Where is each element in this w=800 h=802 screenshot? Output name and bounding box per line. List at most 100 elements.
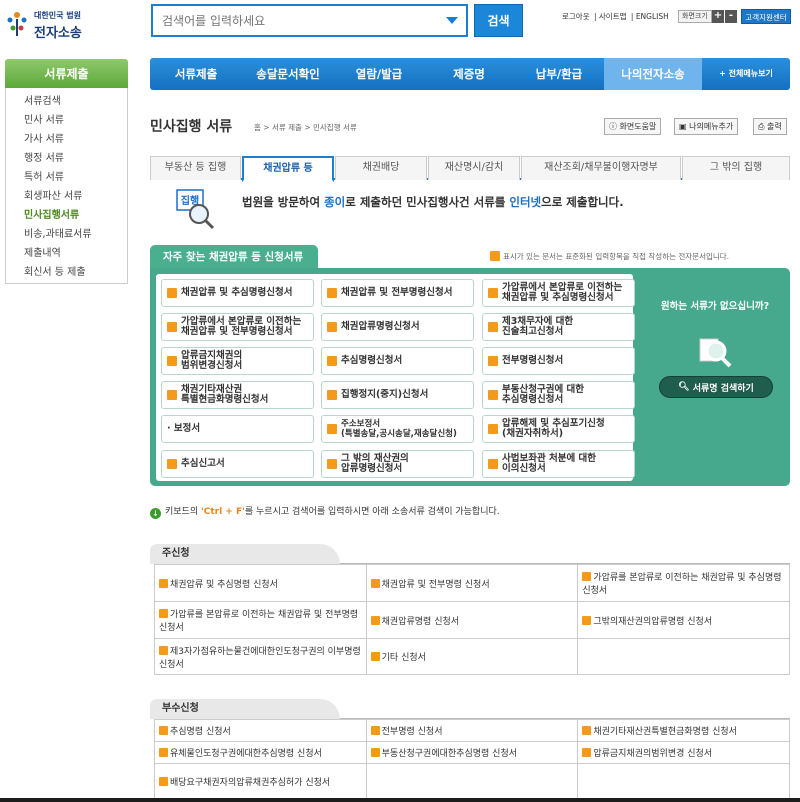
form-link-label: 집행정지(중지)신청서 xyxy=(341,389,429,400)
form-link[interactable]: 전부명령신청서 xyxy=(482,347,635,375)
nav-my-ecourt[interactable]: 나의전자소송 xyxy=(604,58,702,90)
e-form-icon xyxy=(167,288,177,298)
table-cell[interactable]: 압류금지채권의범위변경 신청서 xyxy=(577,741,790,764)
table-cell[interactable]: 채권압류 및 전부명령 신청서 xyxy=(365,564,579,602)
sidebar-item-document-search[interactable]: 서류검색 xyxy=(24,92,127,111)
form-link[interactable]: 주소보정서 (특별송달,공시송달,재송달신청) xyxy=(321,415,474,443)
table-cell[interactable]: 채권압류 및 추심명령 신청서 xyxy=(154,564,367,602)
search-input[interactable] xyxy=(153,6,433,35)
tab-real-estate[interactable]: 부동산 등 집행 xyxy=(150,156,241,180)
sidebar-item-civil-execution[interactable]: 민사집행서류 xyxy=(24,206,127,225)
form-link[interactable]: 추심신고서 xyxy=(161,450,314,478)
utility-links: 로그아웃 | 사이트맵 | ENGLISH xyxy=(562,12,669,21)
find-form-button[interactable]: 🔍︎ 서류명 검색하기 xyxy=(659,376,773,398)
nav-payment-refund[interactable]: 납부/환급 xyxy=(514,58,604,90)
form-link[interactable]: · 보정서 xyxy=(161,415,314,443)
form-link[interactable]: 채권압류명령신청서 xyxy=(321,313,474,341)
page-title: 민사집행 서류 xyxy=(150,119,233,135)
tab-asset-disclosure[interactable]: 재산명시/감치 xyxy=(428,156,520,180)
table-cell[interactable]: 유체물인도청구권에대한추심명령 신청서 xyxy=(154,741,367,764)
form-link[interactable]: 집행정지(중지)신청서 xyxy=(321,381,474,409)
nav-all-menu[interactable]: + 전체메뉴보기 xyxy=(702,58,790,90)
table-row: 배당요구채권자의압류채권추심허가 신청서 xyxy=(154,763,790,800)
print-button[interactable]: ⎙ 출력 xyxy=(753,118,787,135)
form-link-label: · 보정서 xyxy=(167,423,201,434)
english-link[interactable]: ENGLISH xyxy=(636,12,669,21)
table-cell[interactable]: 부동산청구권에대한추심명령 신청서 xyxy=(365,741,579,764)
sidebar-item-reply-submission[interactable]: 회신서 등 제출 xyxy=(24,263,127,282)
form-link-label: 가압류에서 본압류로 이전하는 채권압류 및 추심명령신청서 xyxy=(502,282,623,303)
form-link[interactable]: 사법보좌관 처분에 대한 이의신청서 xyxy=(482,450,635,478)
table-cell[interactable]: 가압류를 본압류로 이전하는 채권압류 및 추심명령 신청서 xyxy=(577,564,790,602)
form-link[interactable]: 채권기타재산권 특별현금화명령신청서 xyxy=(161,381,314,409)
table-cell[interactable]: 배당요구채권자의압류채권추심허가 신청서 xyxy=(154,763,367,800)
search-icon: 🔍︎ xyxy=(678,382,693,392)
form-link[interactable]: 가압류에서 본압류로 이전하는 채권압류 및 전부명령신청서 xyxy=(161,313,314,341)
screen-help-button[interactable]: ⓘ 화면도움말 xyxy=(604,118,662,135)
sidebar-item-administrative[interactable]: 행정 서류 xyxy=(24,149,127,168)
sidebar-item-civil[interactable]: 민사 서류 xyxy=(24,111,127,130)
court-logo[interactable]: 대한민국 법원 전자소송 xyxy=(4,6,124,42)
table-row: 유체물인도청구권에대한추심명령 신청서 부동산청구권에대한추심명령 신청서 압류금지… xyxy=(154,741,790,764)
sidebar-item-family[interactable]: 가사 서류 xyxy=(24,130,127,149)
chevron-down-icon[interactable] xyxy=(446,17,458,24)
table-cell[interactable]: 추심명령 신청서 xyxy=(154,719,367,742)
category-tabs: 부동산 등 집행 채권압류 등 채권배당 재산명시/감치 재산조회/채무불이행자… xyxy=(150,156,790,182)
form-link[interactable]: 그 밖의 재산권의 압류명령신청서 xyxy=(321,450,474,478)
nav-certificates[interactable]: 제증명 xyxy=(424,58,514,90)
sidebar-item-bankruptcy[interactable]: 회생파산 서류 xyxy=(24,187,127,206)
form-link[interactable]: 추심명령신청서 xyxy=(321,347,474,375)
form-link-label: 채권기타재산권 특별현금화명령신청서 xyxy=(181,384,269,405)
form-link-label: 주소보정서 (특별송달,공시송달,재송달신청) xyxy=(341,419,457,439)
search-button[interactable]: 검색 xyxy=(474,4,523,37)
tab-other-execution[interactable]: 그 밖의 집행 xyxy=(682,156,790,180)
info-icon: ⓘ xyxy=(609,122,620,131)
search-box xyxy=(151,4,468,37)
nav-submit-documents[interactable]: 서류제출 xyxy=(150,58,242,90)
support-center-button[interactable]: 고객지원센터 xyxy=(741,9,791,24)
table-cell[interactable]: 제3자가점유하는물건에대한인도청구권의 이부명령 신청서 xyxy=(154,638,367,675)
printer-icon: ⎙ xyxy=(758,122,767,131)
main-application-table: 채권압류 및 추심명령 신청서 채권압류 및 전부명령 신청서 가압류를 본압류로 … xyxy=(154,564,790,675)
add-my-menu-button[interactable]: ▣ 나의메뉴추가 xyxy=(674,118,739,135)
sub-application-table: 추심명령 신청서 전부명령 신청서 채권기타재산권특별현금화명령 신청서 유체물인도청… xyxy=(154,719,790,800)
form-link-label: 추심명령 신청서 xyxy=(170,727,231,737)
tab-claim-distribution[interactable]: 채권배당 xyxy=(335,156,427,180)
intro-text: 법원을 방문하여 종이로 제출하던 민사집행사건 서류를 인터넷으로 제출합니다… xyxy=(242,195,624,209)
zoom-out-button[interactable]: - xyxy=(725,10,737,23)
tab-asset-inquiry[interactable]: 재산조회/채무불이행자명부 xyxy=(521,156,681,180)
frequent-forms-grid: 채권압류 및 추심명령신청서 채권압류 및 전부명령신청서 가압류에서 본압류로 이… xyxy=(156,274,635,481)
nav-delivery-check[interactable]: 송달문서확인 xyxy=(242,58,334,90)
form-link[interactable]: 채권압류 및 전부명령신청서 xyxy=(321,279,474,307)
e-form-icon xyxy=(159,578,168,588)
table-cell[interactable]: 그밖의재산권의압류명령 신청서 xyxy=(577,601,790,639)
table-cell[interactable]: 전부명령 신청서 xyxy=(365,719,579,742)
form-link[interactable]: 부동산청구권에 대한 추심명령신청서 xyxy=(482,381,635,409)
form-link[interactable]: 가압류에서 본압류로 이전하는 채권압류 및 추심명령신청서 xyxy=(482,279,635,307)
sitemap-link[interactable]: 사이트맵 xyxy=(599,12,627,21)
form-link[interactable]: 제3채무자에 대한 진술최고신청서 xyxy=(482,313,635,341)
e-form-icon xyxy=(167,390,177,400)
main-application-title: 주신청 xyxy=(150,544,340,564)
sidebar-item-submission-history[interactable]: 제출내역 xyxy=(24,244,127,263)
table-cell[interactable]: 채권압류명령 신청서 xyxy=(365,601,579,639)
logout-link[interactable]: 로그아웃 xyxy=(562,12,590,21)
form-link-label: 전부명령신청서 xyxy=(502,355,564,366)
nav-view-issue[interactable]: 열람/발급 xyxy=(334,58,424,90)
table-cell[interactable]: 기타 신청서 xyxy=(365,638,579,675)
form-link[interactable]: 압류해제 및 추심포기신청 (채권자취하서) xyxy=(482,415,635,443)
table-cell[interactable]: 채권기타재산권특별현금화명령 신청서 xyxy=(577,719,790,742)
e-form-icon xyxy=(159,777,168,786)
form-link[interactable]: 채권압류 및 추심명령신청서 xyxy=(161,279,314,307)
table-row: 채권압류 및 추심명령 신청서 채권압류 및 전부명령 신청서 가압류를 본압류로 … xyxy=(154,564,790,602)
e-form-icon xyxy=(159,726,168,735)
zoom-in-button[interactable]: + xyxy=(712,10,724,23)
e-form-icon xyxy=(167,356,177,366)
sidebar-item-non-contentious[interactable]: 비송,과태료서류 xyxy=(24,225,127,244)
sidebar-item-patent[interactable]: 특허 서류 xyxy=(24,168,127,187)
form-link[interactable]: 압류금지채권의 범위변경신청서 xyxy=(161,347,314,375)
table-cell[interactable]: 가압류를 본압류로 이전하는 채권압류 및 전부명령 신청서 xyxy=(154,601,367,639)
sidebar-title[interactable]: 서류제출 xyxy=(5,59,128,88)
form-link-label: 채권압류명령 신청서 xyxy=(381,616,460,627)
tab-claim-seizure[interactable]: 채권압류 등 xyxy=(242,156,334,182)
